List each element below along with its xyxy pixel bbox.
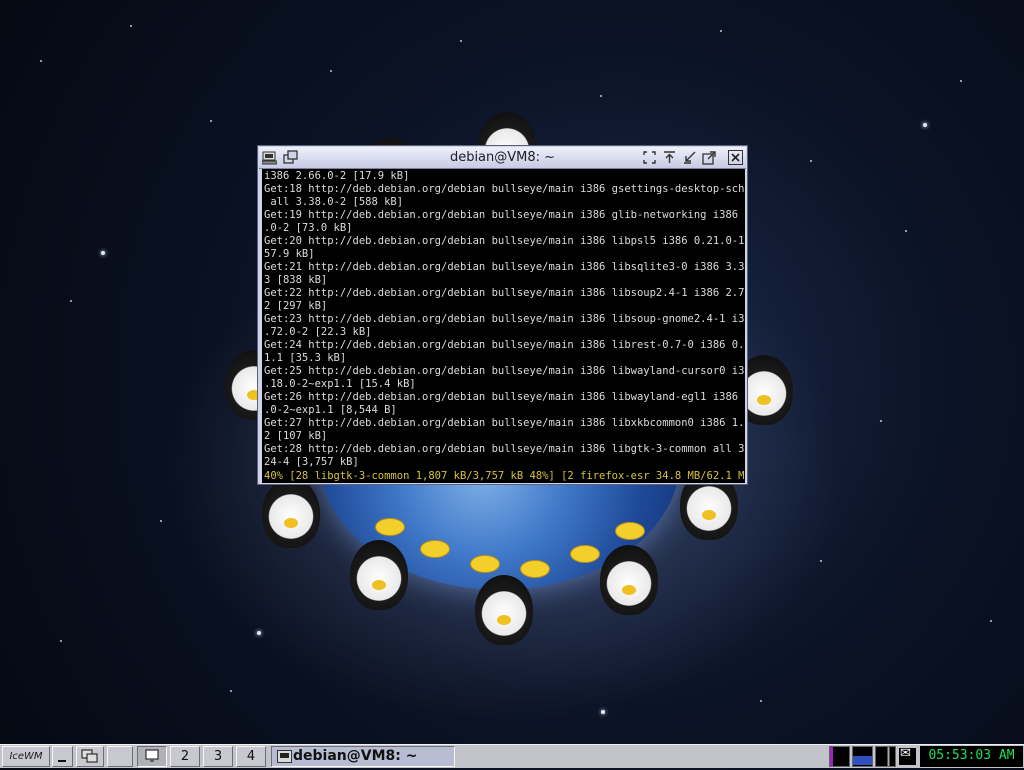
terminal-line: Get:28 http://deb.debian.org/debian bull… <box>264 443 745 455</box>
star <box>720 30 722 32</box>
star <box>923 123 927 127</box>
star <box>990 620 992 622</box>
icewm-start-icon: IceWM <box>9 751 43 762</box>
star <box>601 710 605 714</box>
task-button-terminal[interactable]: debian@VM8: ~ <box>271 746 455 767</box>
star <box>230 690 232 692</box>
terminal-line: 57.9 kB] <box>264 248 315 260</box>
workspace-active-icon <box>145 749 159 762</box>
terminal-line: Get:27 http://deb.debian.org/debian bull… <box>264 417 745 429</box>
terminal-line: Get:26 http://deb.debian.org/debian bull… <box>264 391 745 403</box>
star <box>101 251 105 255</box>
maximize-vertical-icon[interactable] <box>642 150 657 165</box>
mini-pager-3[interactable] <box>875 746 896 767</box>
show-desktop-button[interactable] <box>52 746 73 767</box>
terminal-line: 2 [297 kB] <box>264 300 328 312</box>
terminal-line: Get:25 http://deb.debian.org/debian bull… <box>264 365 745 377</box>
workspace-4-button[interactable]: 4 <box>236 746 266 767</box>
ring-decoration <box>615 522 645 540</box>
terminal-line: .18.0-2~exp1.1 [15.4 kB] <box>264 378 416 390</box>
terminal-line: i386 2.66.0-2 [17.9 kB] <box>264 170 410 182</box>
star <box>880 420 882 422</box>
star <box>960 80 962 82</box>
star <box>820 560 822 562</box>
penguin-wallpaper-image <box>262 478 320 548</box>
star <box>160 520 162 522</box>
star <box>40 60 42 62</box>
window-titlebar[interactable]: debian@VM8: ~ <box>259 147 746 169</box>
mail-icon[interactable] <box>899 746 916 765</box>
terminal-line: .0-2~exp1.1 [8,544 B] <box>264 404 397 416</box>
close-icon[interactable] <box>728 150 743 165</box>
star <box>330 70 332 72</box>
terminal-text: i386 2.66.0-2 [17.9 kB] Get:18 http://de… <box>262 169 745 483</box>
window-list-icon <box>81 749 98 763</box>
star <box>257 631 261 635</box>
ring-decoration <box>470 555 500 573</box>
taskbar: IceWM 2 3 4 debian@VM8: ~ 05:53:03 AM <box>0 744 1024 768</box>
workspace-3-button[interactable]: 3 <box>203 746 233 767</box>
workspace-2-button[interactable]: 2 <box>170 746 200 767</box>
penguin-wallpaper-image <box>600 545 658 615</box>
terminal-line: 1.1 [35.3 kB] <box>264 352 347 364</box>
maximize-icon[interactable] <box>702 150 717 165</box>
penguin-wallpaper-image <box>475 575 533 645</box>
terminal-line: 24-4 [3,757 kB] <box>264 456 359 468</box>
mini-pager-1[interactable] <box>829 746 850 767</box>
terminal-line: Get:22 http://deb.debian.org/debian bull… <box>264 287 745 299</box>
workspace-1-button[interactable] <box>137 746 167 767</box>
show-desktop-icon <box>58 760 66 762</box>
star <box>130 25 132 27</box>
mini-pager-2[interactable] <box>852 746 873 767</box>
ring-decoration <box>570 545 600 563</box>
terminal-icon <box>277 750 292 763</box>
star <box>760 700 762 702</box>
star <box>600 95 602 97</box>
terminal-line: all 3.38.0-2 [588 kB] <box>270 196 404 208</box>
ring-decoration <box>375 518 405 536</box>
terminal-line: Get:23 http://deb.debian.org/debian bull… <box>264 313 745 325</box>
terminal-line: Get:24 http://deb.debian.org/debian bull… <box>264 339 745 351</box>
task-button-label: debian@VM8: ~ <box>293 748 418 764</box>
download-status-line: 40% [28 libgtk-3-common 1,807 kB/3,757 k… <box>264 470 745 482</box>
star <box>70 300 72 302</box>
rollup-icon[interactable] <box>662 150 677 165</box>
terminal-line: 2 [107 kB] <box>264 430 328 442</box>
clock[interactable]: 05:53:03 AM <box>920 746 1023 767</box>
star <box>905 230 907 232</box>
terminal-window[interactable]: debian@VM8: ~ i386 2.66.0-2 [17.9 kB] Ge… <box>257 145 748 485</box>
blank-toolbar-button[interactable] <box>107 746 133 767</box>
terminal-line: Get:19 http://deb.debian.org/debian bull… <box>264 209 745 221</box>
start-menu-button[interactable]: IceWM <box>2 746 50 767</box>
terminal-line: Get:21 http://deb.debian.org/debian bull… <box>264 261 745 273</box>
star <box>210 120 212 122</box>
terminal-output[interactable]: i386 2.66.0-2 [17.9 kB] Get:18 http://de… <box>262 169 745 483</box>
star <box>460 40 462 42</box>
terminal-line: 3 [838 kB] <box>264 274 328 286</box>
terminal-line: .72.0-2 [22.3 kB] <box>264 326 372 338</box>
ring-decoration <box>420 540 450 558</box>
star <box>810 160 812 162</box>
minimize-icon[interactable] <box>682 150 697 165</box>
ring-decoration <box>520 560 550 578</box>
penguin-wallpaper-image <box>350 540 408 610</box>
star <box>60 640 62 642</box>
desktop-background[interactable]: debian@VM8: ~ i386 2.66.0-2 [17.9 kB] Ge… <box>0 0 1024 744</box>
terminal-line: Get:20 http://deb.debian.org/debian bull… <box>264 235 745 247</box>
terminal-line: .0-2 [73.0 kB] <box>264 222 353 234</box>
terminal-line: Get:18 http://deb.debian.org/debian bull… <box>264 183 745 195</box>
window-list-button[interactable] <box>76 746 104 767</box>
